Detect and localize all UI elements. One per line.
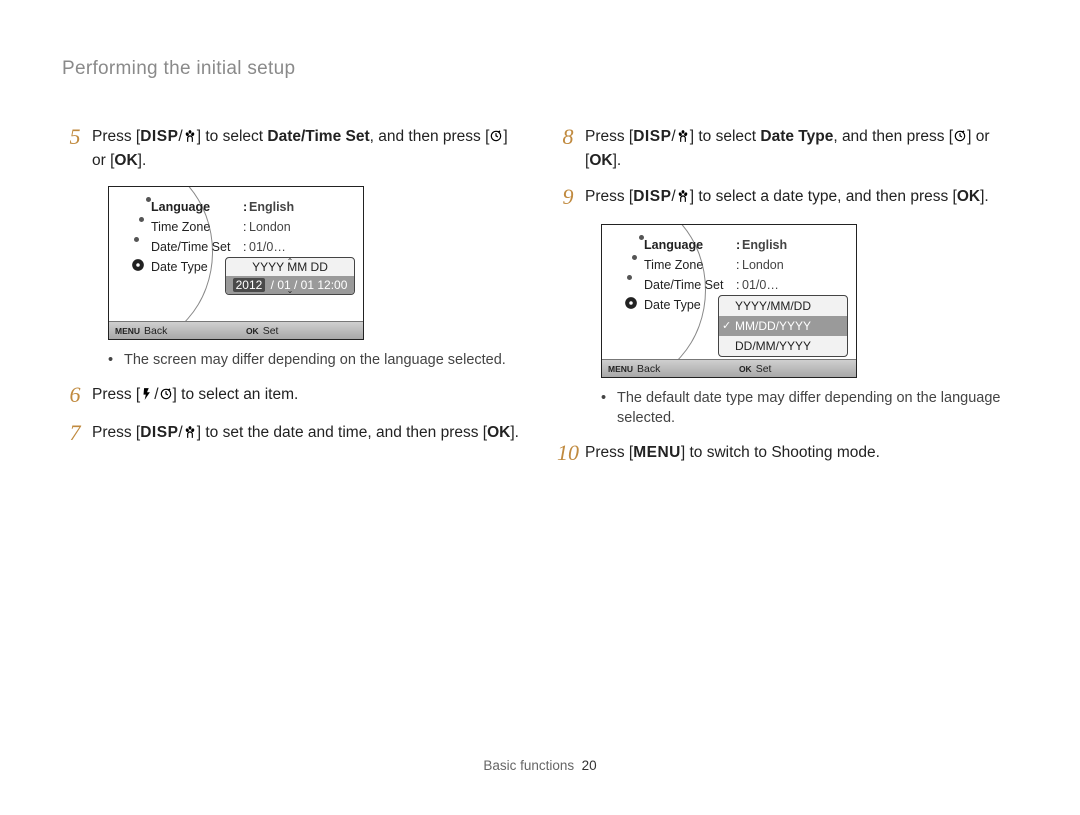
macro-icon — [183, 424, 197, 446]
step-text: Press [DISP/] to select Date/Time Set, a… — [88, 126, 525, 172]
ok-icon: OK — [487, 424, 510, 441]
type-option-2-selected: MM/DD/YYYY — [719, 316, 847, 336]
step-number: 7 — [62, 422, 88, 446]
step-10: 10 Press [MENU] to switch to Shooting mo… — [555, 442, 1018, 464]
text: ] to select — [197, 128, 268, 145]
right-column: 8 Press [DISP/] to select Date Type, and… — [555, 126, 1018, 478]
text: , and then press [ — [833, 128, 953, 145]
lcd-footer: MENU Back OK Set — [602, 359, 856, 377]
ok-icon: OK — [957, 188, 980, 205]
step-number: 6 — [62, 384, 88, 408]
step-9: 9 Press [DISP/] to select a date type, a… — [555, 186, 1018, 210]
text: Press [ — [92, 128, 140, 145]
lcd-row-language: Language:English — [644, 235, 844, 255]
footer-back: Back — [144, 325, 167, 337]
gear-icon — [131, 258, 145, 272]
step-text: Press [DISP/] to select Date Type, and t… — [581, 126, 1018, 172]
footer-page: 20 — [582, 758, 597, 773]
step-5: 5 Press [DISP/] to select Date/Time Set,… — [62, 126, 525, 172]
page-title: Performing the initial setup — [62, 58, 1018, 80]
lcd-screenshot-1: Language:English Time Zone:London Date/T… — [108, 186, 525, 340]
text: ] to select — [690, 128, 761, 145]
text: Press [ — [585, 444, 633, 461]
type-option-3: DD/MM/YYYY — [719, 336, 847, 356]
step-text: Press [DISP/] to set the date and time, … — [88, 422, 525, 446]
bold-target: Date Type — [760, 128, 833, 145]
timer-icon — [489, 128, 503, 150]
lcd-row-language: Language:English — [151, 197, 351, 217]
text: ] to set the date and time, and then pre… — [197, 424, 487, 441]
menu-icon: MENU — [633, 444, 681, 461]
step-number: 9 — [555, 186, 581, 210]
disp-icon: DISP — [633, 188, 671, 205]
text: ]. — [613, 152, 622, 169]
footer-section: Basic functions — [483, 758, 574, 773]
text: ]. — [510, 424, 519, 441]
macro-icon — [676, 188, 690, 210]
step-text: Press [MENU] to switch to Shooting mode. — [581, 442, 1018, 464]
left-column: 5 Press [DISP/] to select Date/Time Set,… — [62, 126, 525, 478]
text: ]. — [138, 152, 147, 169]
timer-icon — [159, 386, 173, 408]
text: Press [ — [585, 188, 633, 205]
step-text: Press [DISP/] to select a date type, and… — [581, 186, 1018, 210]
lcd-footer: MENU Back OK Set — [109, 321, 363, 339]
text: ] to select an item. — [173, 386, 299, 403]
ok-icon: OK — [114, 152, 137, 169]
type-option-1: YYYY/MM/DD — [719, 296, 847, 316]
ok-icon: OK — [739, 364, 752, 374]
ok-icon: OK — [589, 152, 612, 169]
text: Press [ — [92, 424, 140, 441]
disp-icon: DISP — [633, 128, 671, 145]
menu-icon: MENU — [115, 326, 140, 336]
step-number: 10 — [555, 442, 581, 464]
type-popup: YYYY/MM/DD MM/DD/YYYY DD/MM/YYYY — [718, 295, 848, 357]
text: ] to switch to Shooting mode. — [681, 444, 880, 461]
footer-back: Back — [637, 363, 660, 375]
footer-set: Set — [263, 325, 279, 337]
ok-icon: OK — [246, 326, 259, 336]
lcd-row-datetime: Date/Time Set:01/0… — [644, 275, 844, 295]
step-7: 7 Press [DISP/] to set the date and time… — [62, 422, 525, 446]
step-8: 8 Press [DISP/] to select Date Type, and… — [555, 126, 1018, 172]
page-footer: Basic functions 20 — [0, 758, 1080, 773]
step-text: Press [/] to select an item. — [88, 384, 525, 408]
flash-icon — [140, 386, 154, 408]
text: ]. — [980, 188, 989, 205]
timer-icon — [953, 128, 967, 150]
disp-icon: DISP — [140, 424, 178, 441]
text: Press [ — [585, 128, 633, 145]
note-2: •The default date type may differ depend… — [601, 388, 1018, 428]
menu-icon: MENU — [608, 364, 633, 374]
date-popup: ⌃ YYYY MM DD 2012 / 01 / 01 12:00 ⌄ — [225, 257, 355, 295]
bold-target: Date/Time Set — [267, 128, 369, 145]
disp-icon: DISP — [140, 128, 178, 145]
step-6: 6 Press [/] to select an item. — [62, 384, 525, 408]
note-1: •The screen may differ depending on the … — [108, 350, 525, 370]
text: Press [ — [92, 386, 140, 403]
lcd-screenshot-2: Language:English Time Zone:London Date/T… — [601, 224, 1018, 378]
macro-icon — [183, 128, 197, 150]
lcd-row-datetime: Date/Time Set:01/0… — [151, 237, 351, 257]
lcd-row-timezone: Time Zone:London — [644, 255, 844, 275]
lcd-row-timezone: Time Zone:London — [151, 217, 351, 237]
text: ] to select a date type, and then press … — [690, 188, 957, 205]
step-number: 5 — [62, 126, 88, 172]
footer-set: Set — [756, 363, 772, 375]
text: , and then press [ — [370, 128, 490, 145]
gear-icon — [624, 296, 638, 310]
macro-icon — [676, 128, 690, 150]
step-number: 8 — [555, 126, 581, 172]
